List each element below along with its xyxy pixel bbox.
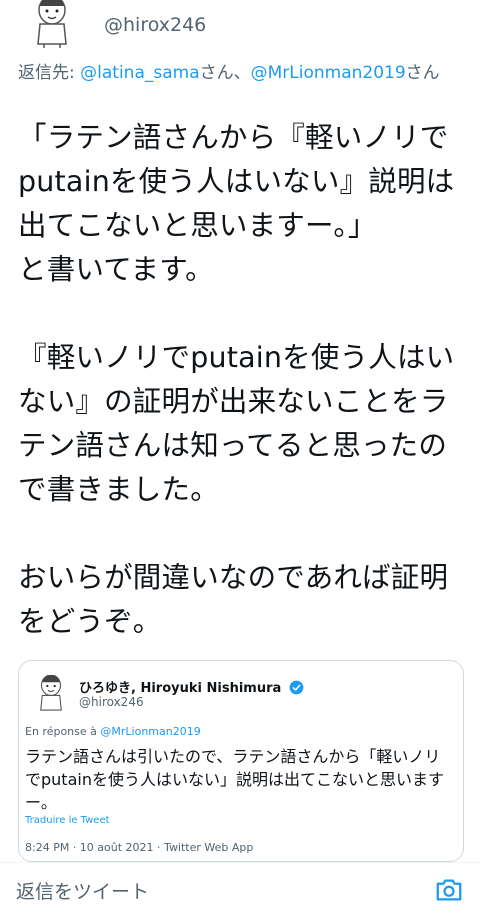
tweet-text: 「ラテン語さんから『軽いノリで putainを使う人はいない』説明は 出てこない… [18,116,466,688]
quoted-tweet-card[interactable]: ひろゆき, Hiroyuki Nishimura @hirox246 En ré… [18,660,464,862]
verified-badge-icon [289,680,304,695]
quoted-avatar [33,674,69,713]
reply-input[interactable]: 返信をツイート [16,877,149,904]
reply-to-suffix: さん [405,63,440,83]
quoted-tweet-timestamp: 8:24 PM · 10 août 2021 · Twitter Web App [25,841,254,854]
camera-icon[interactable] [434,875,464,905]
avatar[interactable] [28,0,76,48]
tweet-paragraph: 『軽いノリでputainを使う人はい ない』の証明が出来ないことをラ テン語さん… [18,341,455,506]
quoted-display-name: ひろゆき, Hiroyuki Nishimura [79,677,304,696]
quoted-reply-mention[interactable]: @MrLionman2019 [100,725,200,738]
reply-to-prefix: 返信先: [18,63,81,83]
quoted-name-text: ひろゆき, Hiroyuki Nishimura [79,681,282,696]
quoted-handle: @hirox246 [79,695,144,709]
translate-tweet-link[interactable]: Traduire le Tweet [25,815,110,826]
reply-mention-latina[interactable]: @latina_sama [80,63,199,83]
quoted-tweet-text: ラテン語さんは引いたので、ラテン語さんから「軽いノリでputainを使う人はいな… [25,747,444,812]
reply-to-separator: さん、 [199,63,251,83]
quoted-reply-line: En réponse à @MrLionman2019 [25,725,201,738]
tweet-header: @hirox246 [0,0,480,52]
tweet-paragraph: 「ラテン語さんから『軽いノリで putainを使う人はいない』説明は 出てこない… [18,121,455,286]
tweet-paragraph: おいらが間違いなのであれば証明 をどうぞ。 [18,561,449,638]
reply-composer[interactable]: 返信をツイート [0,862,480,921]
author-handle[interactable]: @hirox246 [104,14,206,36]
quoted-reply-prefix: En réponse à [25,725,101,738]
reply-to-line: 返信先: @latina_samaさん、@MrLionman2019さん [18,62,463,84]
reply-mention-mrlionman[interactable]: @MrLionman2019 [251,63,406,83]
